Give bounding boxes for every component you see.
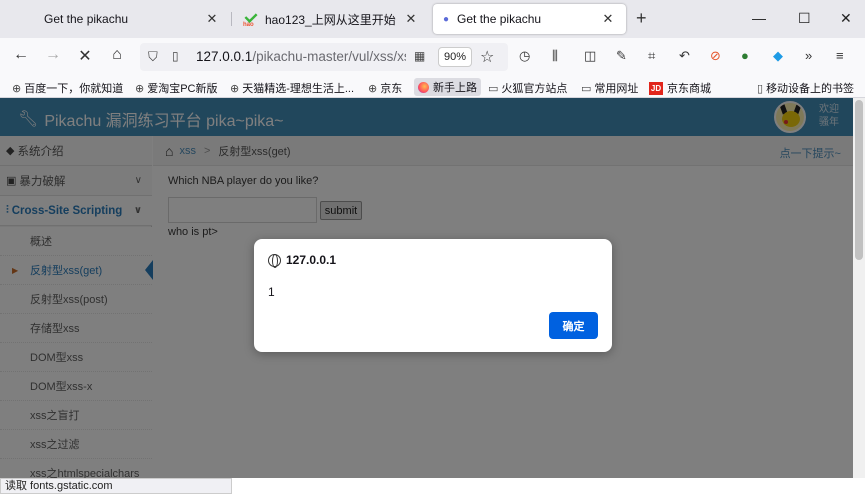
scrollbar-thumb[interactable] — [855, 100, 863, 260]
jd-logo-icon: JD — [649, 81, 663, 95]
close-tab-icon[interactable]: ✕ — [403, 11, 419, 27]
bookmark-jd-mall[interactable]: JD 京东商城 — [649, 80, 711, 96]
shield-icon[interactable]: ⛉ — [148, 49, 158, 65]
library-icon[interactable]: ⫼ — [552, 48, 558, 64]
minimize-button[interactable]: — — [752, 10, 766, 26]
globe-icon: ⊕ — [135, 82, 145, 95]
folder-icon: ▭ — [581, 82, 592, 95]
globe-icon: ⊕ — [12, 82, 22, 95]
bookmark-mobile[interactable]: ▯ 移动设备上的书签 — [757, 80, 854, 96]
stop-loading-icon[interactable]: ✕ — [74, 46, 96, 66]
mobile-device-icon: ▯ — [757, 82, 764, 95]
page-scrollbar[interactable] — [853, 98, 865, 478]
bookmark-baidu[interactable]: ⊕ 百度一下，你就知道 — [12, 80, 123, 96]
tab-title: Get the pikachu — [44, 12, 129, 26]
bookmark-getting-started[interactable]: 新手上路 — [414, 78, 481, 96]
extensions-icon[interactable]: ✎ — [616, 48, 627, 64]
dialog-message: 1 — [268, 285, 275, 299]
undo-icon[interactable]: ↶ — [679, 48, 690, 64]
loading-dot-icon: ● — [443, 13, 450, 25]
zoom-level[interactable]: 90% — [438, 47, 472, 67]
bookmark-firefox-site[interactable]: ▭ 火狐官方站点 — [488, 80, 567, 96]
bookmark-aitaobao[interactable]: ⊕ 爱淘宝PC新版 — [135, 80, 218, 96]
url-bar[interactable]: ⛉ ▯ 127.0.0.1/pikachu-master/vul/xss/xss… — [140, 43, 508, 71]
new-tab-button[interactable]: + — [636, 8, 647, 29]
bookmark-common-sites[interactable]: ▭ 常用网址 — [581, 80, 638, 96]
hao123-logo-icon: hao — [243, 9, 259, 28]
bookmark-tmall[interactable]: ⊕ 天猫精选-理想生活上... — [230, 80, 354, 96]
history-icon[interactable]: ◷ — [519, 48, 530, 64]
close-tab-icon[interactable]: ✕ — [204, 11, 220, 27]
url-text[interactable]: 127.0.0.1/pikachu-master/vul/xss/xss_ref… — [196, 49, 406, 64]
blue-extension-icon[interactable]: ◆ — [773, 48, 783, 64]
tab-strip: Get the pikachu ✕ hao hao123_上网从这里开始 ✕ ●… — [0, 0, 865, 38]
close-tab-icon[interactable]: ✕ — [600, 11, 616, 27]
home-icon[interactable]: ⌂ — [106, 46, 128, 64]
forward-icon[interactable]: → — [42, 46, 64, 64]
tab-get-the-pikachu-1[interactable]: Get the pikachu ✕ — [34, 4, 230, 34]
maximize-button[interactable]: ☐ — [798, 10, 811, 27]
page-icon[interactable]: ▯ — [172, 49, 179, 63]
tab-get-the-pikachu-active[interactable]: ● Get the pikachu ✕ — [433, 4, 626, 34]
tab-hao123[interactable]: hao hao123_上网从这里开始 ✕ — [233, 4, 429, 34]
tab-title: Get the pikachu — [457, 12, 542, 26]
tab-separator — [231, 12, 232, 26]
navigation-toolbar: ← → ✕ ⌂ ⛉ ▯ 127.0.0.1/pikachu-master/vul… — [0, 38, 865, 76]
globe-icon: ⊕ — [230, 82, 240, 95]
ok-button[interactable]: 确定 — [549, 312, 598, 339]
sidebar-icon[interactable]: ◫ — [584, 48, 596, 64]
dialog-origin: 127.0.0.1 — [268, 253, 336, 268]
green-extension-icon[interactable]: ● — [741, 48, 749, 63]
globe-icon — [268, 253, 281, 268]
alert-dialog: 127.0.0.1 1 确定 — [254, 239, 612, 352]
bookmark-star-icon[interactable]: ☆ — [480, 47, 494, 67]
qr-code-icon[interactable]: ▦ — [414, 49, 425, 63]
menu-icon[interactable]: ≡ — [836, 48, 844, 63]
status-bar: 读取 fonts.gstatic.com — [0, 478, 232, 494]
firefox-icon — [418, 81, 429, 93]
close-window-button[interactable]: ✕ — [840, 10, 852, 27]
back-icon[interactable]: ← — [10, 46, 32, 64]
bookmarks-toolbar: ⊕ 百度一下，你就知道 ⊕ 爱淘宝PC新版 ⊕ 天猫精选-理想生活上... ⊕ 京东 新… — [0, 76, 865, 98]
screenshot-icon[interactable]: ⌗ — [648, 48, 655, 64]
tab-title: hao123_上网从这里开始 — [265, 12, 396, 27]
bookmark-jd[interactable]: ⊕ 京东 — [368, 80, 402, 96]
folder-icon: ▭ — [488, 82, 499, 95]
overflow-icon[interactable]: » — [805, 48, 812, 63]
globe-icon: ⊕ — [368, 82, 378, 95]
block-icon[interactable]: ⊘ — [710, 48, 721, 64]
